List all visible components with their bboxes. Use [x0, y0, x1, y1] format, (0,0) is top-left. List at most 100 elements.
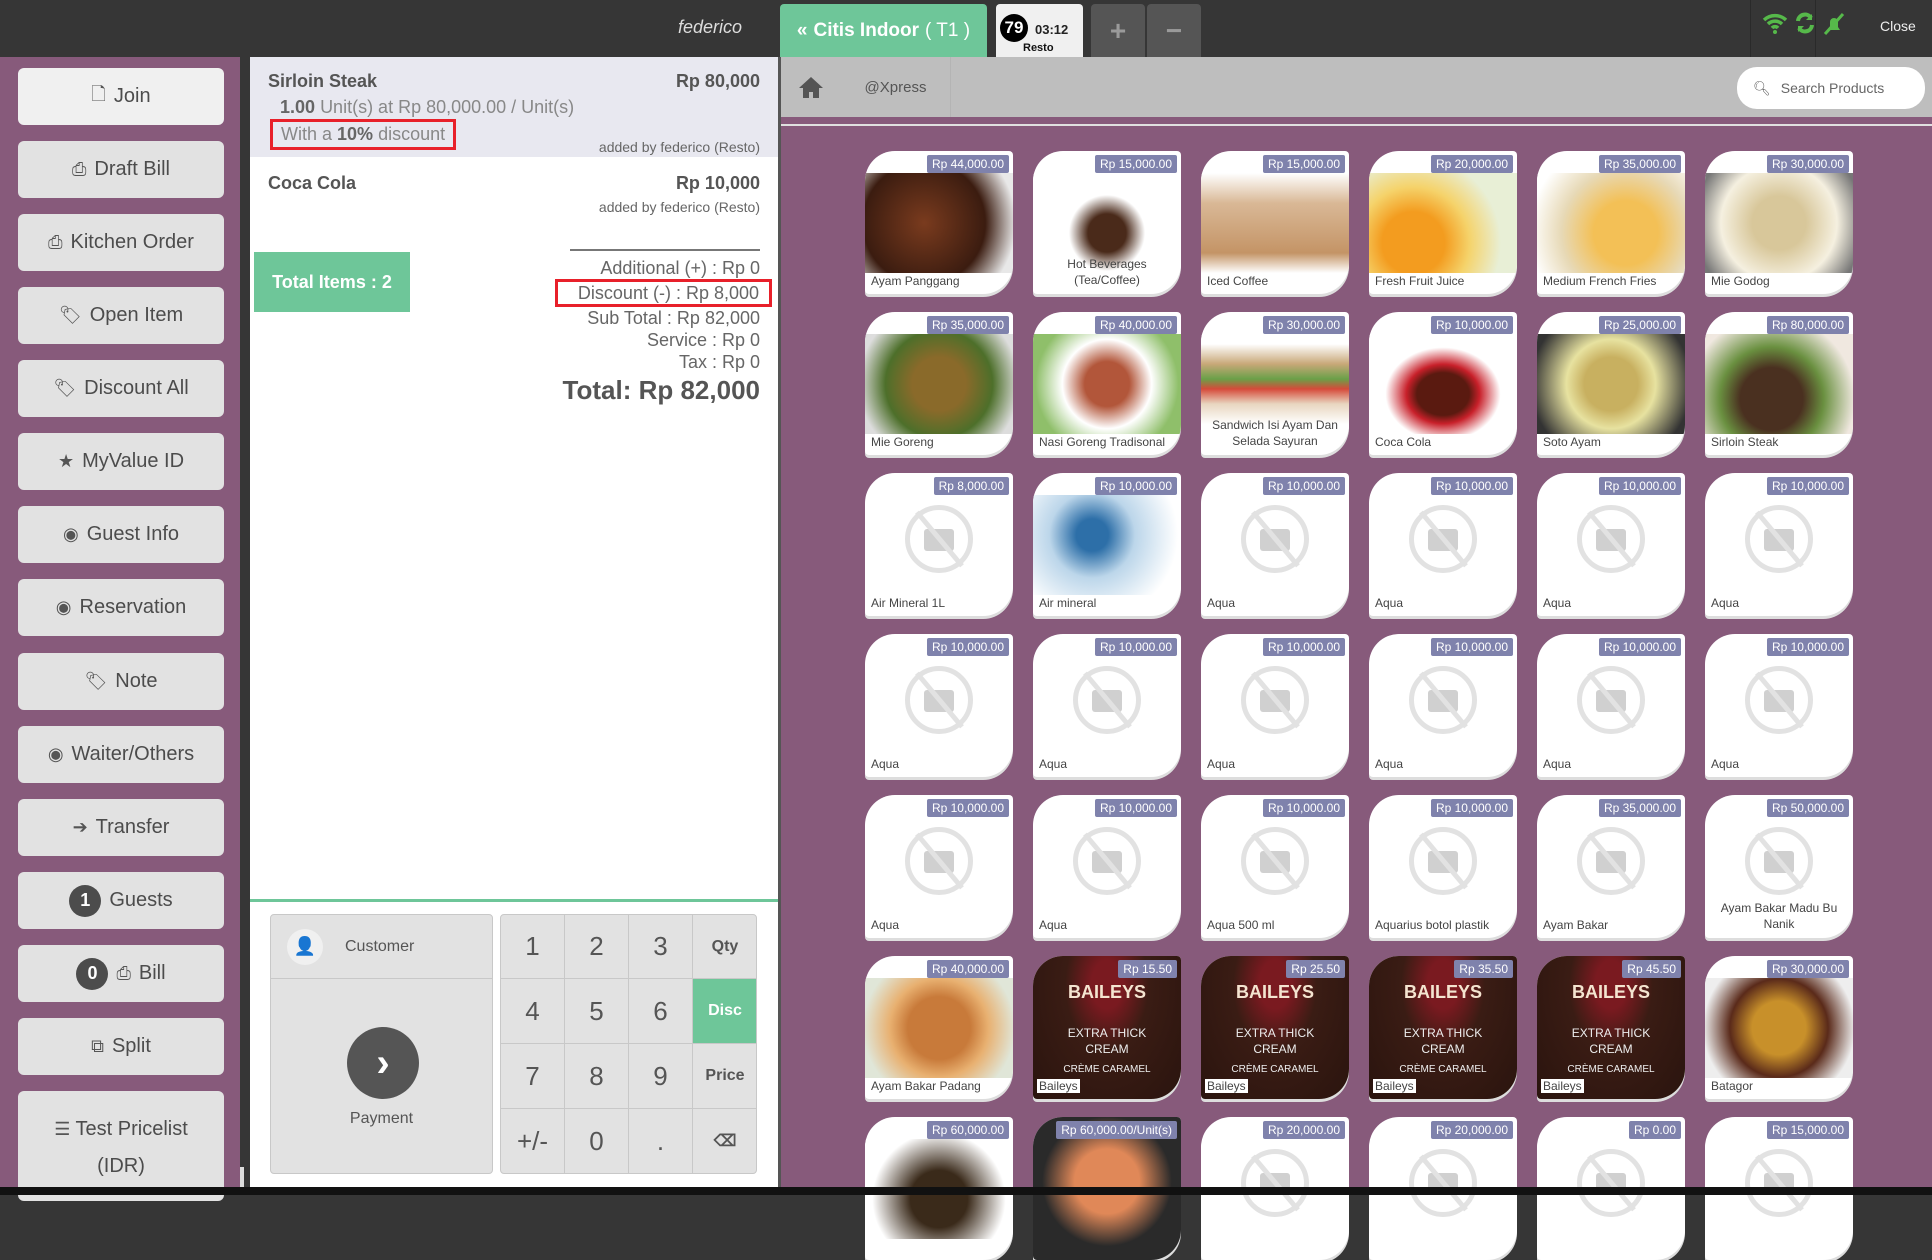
split-button[interactable]: ⧉ Split — [18, 1018, 224, 1075]
numpad-key[interactable]: 2 — [565, 915, 629, 979]
product-card[interactable]: Rp 30,000.00 Mie Godog — [1705, 151, 1853, 294]
order-pane: Sirloin Steak Rp 80,000 1.00 Unit(s) at … — [250, 57, 778, 1195]
product-card[interactable]: Rp 50,000.00 Ayam Bakar Madu Bu Nanik — [1705, 795, 1853, 938]
product-price-tag: Rp 15,000.00 — [1262, 155, 1345, 173]
product-card[interactable]: Rp 40,000.00 Ayam Bakar Padang — [865, 956, 1013, 1099]
payment-label: Payment — [349, 1110, 414, 1127]
kitchen-order-button[interactable]: ⎙ Kitchen Order — [18, 214, 224, 271]
open-item-button[interactable]: 🏷 Open Item — [18, 287, 224, 344]
reservation-button[interactable]: ◉ Reservation — [18, 579, 224, 636]
product-price-tag: Rp 10,000.00 — [1094, 638, 1177, 656]
home-button[interactable] — [781, 57, 841, 117]
product-card[interactable]: Rp 10,000.00 Coca Cola — [1369, 312, 1517, 455]
product-card[interactable]: Rp 10,000.00 Air mineral — [1033, 473, 1181, 616]
discount-all-button[interactable]: 🏷 Discount All — [18, 360, 224, 417]
product-card[interactable]: Rp 15,000.00 Hot Beverages (Tea/Coffee) — [1033, 151, 1181, 294]
product-card[interactable]: Rp 10,000.00 Aqua — [1033, 634, 1181, 777]
product-card[interactable]: Rp 35,000.00 Mie Goreng — [865, 312, 1013, 455]
product-card[interactable]: BAILEYS EXTRA THICK CREAM CRÈME CARAMEL Rp 4… — [1537, 956, 1685, 1099]
product-card[interactable]: Rp 20,000.00 Fresh Fruit Juice — [1369, 151, 1517, 294]
product-card[interactable]: Rp 15,000.00 Iced Coffee — [1201, 151, 1349, 294]
numpad-key[interactable]: 7 — [501, 1044, 565, 1109]
product-card[interactable]: Rp 80,000.00 Sirloin Steak — [1705, 312, 1853, 455]
product-card[interactable]: Rp 44,000.00 Ayam Panggang — [865, 151, 1013, 294]
add-order-button[interactable]: + — [1091, 4, 1145, 57]
product-card[interactable]: Rp 10,000.00 Aqua — [1705, 634, 1853, 777]
no-image-icon — [1073, 666, 1141, 734]
bill-button[interactable]: 0 ⎙ Bill — [18, 945, 224, 1002]
product-price-tag: Rp 60,000.00 — [926, 1121, 1009, 1139]
payment-button[interactable]: › — [347, 1027, 419, 1099]
customer-button[interactable]: 👤 Customer — [271, 915, 492, 979]
transfer-button[interactable]: ➔ Transfer — [18, 799, 224, 856]
product-image — [1033, 334, 1181, 434]
customer-payment-panel: 👤 Customer › Payment — [270, 914, 493, 1174]
draft-bill-button[interactable]: ⎙ Draft Bill — [18, 141, 224, 198]
note-button[interactable]: 🏷 Note — [18, 653, 224, 710]
order-tab[interactable]: 79 03:12 Resto — [996, 4, 1083, 57]
no-image-icon — [1577, 827, 1645, 895]
mode-disc-button[interactable]: Disc — [693, 979, 756, 1044]
product-price-tag: Rp 80,000.00 — [1766, 316, 1849, 334]
waiter-others-button[interactable]: ◉ Waiter/Others — [18, 726, 224, 783]
backspace-key[interactable]: ⌫ — [693, 1109, 756, 1173]
product-card[interactable]: Rp 10,000.00 Aqua — [865, 634, 1013, 777]
myvalue-id-button[interactable]: ★ MyValue ID — [18, 433, 224, 490]
category-xpress[interactable]: @Xpress — [841, 57, 951, 117]
numpad-key[interactable]: +/- — [501, 1109, 565, 1173]
remove-order-button[interactable]: − — [1147, 4, 1201, 57]
product-card[interactable]: Rp 10,000.00 Aqua — [1537, 634, 1685, 777]
numpad-key[interactable]: 8 — [565, 1044, 629, 1109]
numpad-key[interactable]: 3 — [629, 915, 693, 979]
search-products-input[interactable]: 🔍︎ Search Products — [1737, 67, 1925, 109]
product-card[interactable]: BAILEYS EXTRA THICK CREAM CRÈME CARAMEL Rp 3… — [1369, 956, 1517, 1099]
product-card[interactable]: Rp 35,000.00 Ayam Bakar — [1537, 795, 1685, 938]
numpad-key[interactable]: 5 — [565, 979, 629, 1044]
product-card[interactable]: Rp 10,000.00 Aqua — [1033, 795, 1181, 938]
product-card[interactable]: Rp 30,000.00 Batagor — [1705, 956, 1853, 1099]
close-button[interactable]: Close — [1880, 18, 1916, 34]
numpad-key[interactable]: 9 — [629, 1044, 693, 1109]
product-card[interactable]: Rp 10,000.00 Aqua — [1201, 634, 1349, 777]
product-name: Aqua — [1373, 757, 1406, 771]
product-card[interactable]: Rp 10,000.00 Aqua — [1537, 473, 1685, 616]
product-card[interactable]: Rp 10,000.00 Aquarius botol plastik — [1369, 795, 1517, 938]
product-name: Aqua — [1541, 757, 1574, 771]
product-price-tag: Rp 20,000.00 — [1262, 1121, 1345, 1139]
product-price-tag: Rp 50,000.00 — [1766, 799, 1849, 817]
numpad-key[interactable]: . — [629, 1109, 693, 1173]
product-card[interactable]: BAILEYS EXTRA THICK CREAM CRÈME CARAMEL Rp 1… — [1033, 956, 1181, 1099]
mode-qty-button[interactable]: Qty — [693, 915, 756, 979]
product-card[interactable]: Rp 10,000.00 Aqua — [1369, 473, 1517, 616]
guests-button[interactable]: 1 Guests — [18, 872, 224, 929]
join-button[interactable]: 🗋 Join — [18, 68, 224, 125]
button-label: Discount All — [84, 377, 189, 399]
numpad-key[interactable]: 1 — [501, 915, 565, 979]
product-card[interactable]: Rp 10,000.00 Aqua — [1705, 473, 1853, 616]
product-card[interactable]: BAILEYS EXTRA THICK CREAM CRÈME CARAMEL Rp 2… — [1201, 956, 1349, 1099]
numpad-key[interactable]: 0 — [565, 1109, 629, 1173]
numpad-key[interactable]: 4 — [501, 979, 565, 1044]
product-card[interactable]: Rp 10,000.00 Aqua — [865, 795, 1013, 938]
button-label: Join — [113, 85, 151, 107]
guest-info-button[interactable]: ◉ Guest Info — [18, 506, 224, 563]
product-card[interactable]: Rp 10,000.00 Aqua 500 ml — [1201, 795, 1349, 938]
no-image-icon — [1241, 827, 1309, 895]
product-card[interactable]: Rp 35,000.00 Medium French Fries — [1537, 151, 1685, 294]
order-line-selected[interactable]: Sirloin Steak Rp 80,000 1.00 Unit(s) at … — [250, 57, 778, 157]
mode-price-button[interactable]: Price — [693, 1044, 756, 1109]
order-number-badge: 79 — [1000, 14, 1028, 42]
product-card[interactable]: Rp 25,000.00 Soto Ayam — [1537, 312, 1685, 455]
pricelist-button[interactable]: ☰ Test Pricelist (IDR) — [18, 1091, 224, 1201]
action-pane-scrollbar[interactable] — [240, 57, 250, 1195]
product-card[interactable]: Rp 30,000.00 Sandwich Isi Ayam Dan Selada… — [1201, 312, 1349, 455]
product-card[interactable]: Rp 10,000.00 Aqua — [1201, 473, 1349, 616]
product-price-tag: Rp 10,000.00 — [926, 638, 1009, 656]
product-card[interactable]: Rp 10,000.00 Aqua — [1369, 634, 1517, 777]
product-name: Baileys — [1037, 1079, 1080, 1093]
product-image — [1033, 495, 1181, 595]
product-card[interactable]: Rp 40,000.00 Nasi Goreng Tradisonal — [1033, 312, 1181, 455]
product-card[interactable]: Rp 8,000.00 Air Mineral 1L — [865, 473, 1013, 616]
table-tab[interactable]: « Citis Indoor ( T1 ) — [780, 4, 987, 57]
numpad-key[interactable]: 6 — [629, 979, 693, 1044]
